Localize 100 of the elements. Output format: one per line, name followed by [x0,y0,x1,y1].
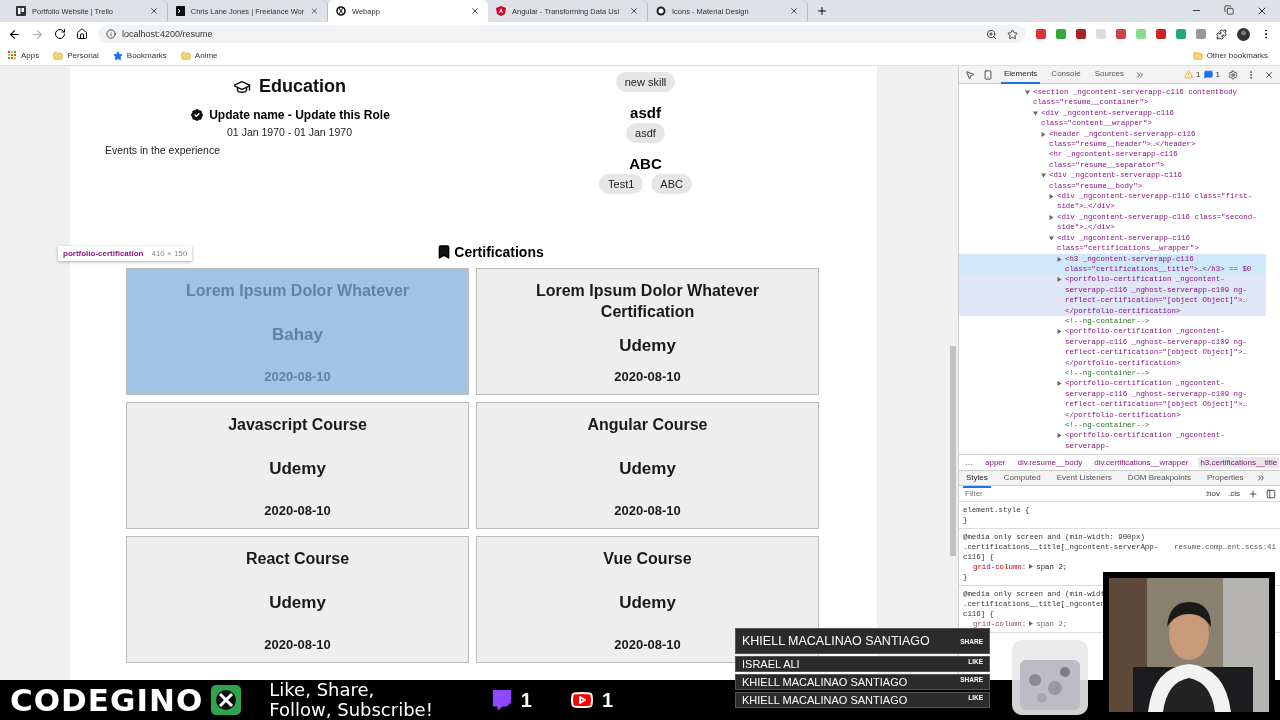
folder-icon [53,50,64,61]
bookmark-item[interactable]: Personal [53,50,99,61]
collapsed-triangle-icon[interactable] [1041,131,1046,137]
inspect-icon[interactable] [965,69,975,80]
expand-triangle-icon[interactable] [1029,621,1034,626]
info-icon [106,29,116,39]
skill-heading: asdf [630,104,661,121]
breadcrumb-item[interactable]: h3.certifications__title [1198,457,1280,468]
bookmark-item[interactable]: Anime [180,50,218,61]
breadcrumb-item[interactable]: div.resume__body [1015,457,1085,468]
devtools-tab[interactable]: Elements [1001,65,1041,84]
expanded-triangle-icon[interactable] [1025,90,1030,95]
description-text: Events in the experience [105,144,220,156]
star-icon[interactable] [1007,28,1018,40]
bookmark-item[interactable]: Other bookmarks [1192,50,1268,61]
hov-toggle[interactable]: :hov [1204,489,1220,498]
message-icon [1203,70,1213,79]
collapsed-triangle-icon[interactable] [1057,277,1062,283]
certification-issuer: Udemy [619,335,676,356]
collapsed-triangle-icon[interactable] [1057,256,1062,262]
skill-chip: new skill [615,72,676,92]
reload-icon[interactable] [54,28,66,40]
address-bar[interactable]: localhost:4200/resume [98,25,1026,43]
certification-date: 2020-08-10 [614,369,681,384]
new-tab-icon[interactable] [816,5,828,17]
breadcrumb-item[interactable]: … [963,457,975,468]
certification-title: Lorem Ipsum Dolor Whatever Certification [534,281,761,322]
cls-toggle[interactable]: .cls [1228,489,1240,498]
youtube-count: 1 [602,688,614,712]
date-range: 01 Jan 1970 - 01 Jan 1970 [227,126,352,138]
devtools-tab[interactable]: Sources [1091,65,1128,84]
certification-date: 2020-08-10 [264,503,331,518]
logo-icon [336,6,346,16]
close-icon[interactable] [470,6,480,16]
close-icon[interactable] [1256,5,1268,17]
expand-triangle-icon[interactable] [1029,564,1034,569]
viewer-name: ISRAEL ALI [742,658,800,670]
sidebar-toggle-icon[interactable] [1266,488,1276,499]
warning-count: 1 [1196,70,1201,79]
certification-issuer: Udemy [619,459,676,479]
back-icon[interactable] [8,27,21,41]
bookmark-item[interactable]: Apps [8,51,40,60]
certification-title: React Course [245,549,350,569]
expanded-triangle-icon[interactable] [1033,110,1038,116]
collapsed-triangle-icon[interactable] [1057,433,1062,439]
collapsed-triangle-icon[interactable] [1049,194,1054,200]
styles-tab[interactable]: Event Listeners [1053,468,1115,488]
collapsed-triangle-icon[interactable] [1057,381,1062,387]
expanded-triangle-icon[interactable] [1049,235,1054,241]
settings-icon[interactable] [1228,69,1238,80]
styles-tab[interactable]: DOM Breakpoints [1124,468,1194,488]
styles-tab[interactable]: Computed [1000,468,1044,488]
certification-title: Lorem Ipsum Dolor Whatever [185,281,410,301]
logo-icon [211,685,242,715]
styles-tab[interactable]: Properties [1204,468,1247,488]
collapsed-triangle-icon[interactable] [1057,329,1062,335]
expanded-triangle-icon[interactable] [1041,173,1046,179]
star-icon [112,50,123,61]
close-icon[interactable] [629,6,639,16]
filter-field[interactable]: Filter [963,488,1197,499]
certification-date: 2020-08-10 [264,637,331,652]
certification-issuer: Udemy [269,459,326,479]
devtools-tab[interactable]: Console [1048,65,1084,84]
channel-logo: CODEGINO [10,682,204,718]
home-icon[interactable] [76,28,88,40]
certification-title: Javascript Course [228,415,367,435]
more-tabs-icon[interactable] [1135,69,1146,80]
styles-tab[interactable]: Styles [963,468,991,488]
skill-heading: ABC [629,155,662,172]
role-title: Update name - Update this Role [209,108,390,122]
viewer-name: KHIELL MACALINAO SANTIAGO [742,634,930,648]
close-icon[interactable] [149,6,159,16]
certification-date: 2020-08-10 [614,503,681,518]
certification-issuer: Udemy [269,593,326,613]
collapsed-triangle-icon[interactable] [1049,214,1054,220]
avatar-icon[interactable] [1237,27,1250,41]
warning-icon [1184,70,1194,79]
breadcrumb-item[interactable]: div.certifications__wrapper [1092,457,1191,468]
restore-icon[interactable] [1224,5,1234,15]
scrollbar-thumb[interactable] [950,346,956,556]
terminal-icon [176,6,185,16]
extensions-icon[interactable] [1216,28,1227,40]
device-icon[interactable] [983,69,993,80]
breadcrumb-item[interactable]: apper [983,457,1008,468]
shield-icon [496,6,506,16]
certification-issuer: Bahay [272,325,323,345]
message-count: 1 [1215,70,1220,79]
apps-icon [8,51,17,60]
zoom-icon[interactable] [986,28,997,40]
close-icon[interactable] [1264,69,1274,80]
address-text: localhost:4200/resume [122,29,213,39]
section-title: Education [259,76,346,97]
close-icon[interactable] [789,6,799,16]
tooltip-tag: portfolio-certification [63,249,144,258]
more-tabs-icon[interactable] [1256,473,1267,483]
tagline-text: Like, Share, Follow, Subscribe! [269,680,433,720]
skill-chip: asdf [626,123,665,143]
add-rule-icon[interactable] [1248,488,1258,499]
folder-icon [180,50,191,61]
bookmark-item[interactable]: Bookmarks [112,50,167,61]
